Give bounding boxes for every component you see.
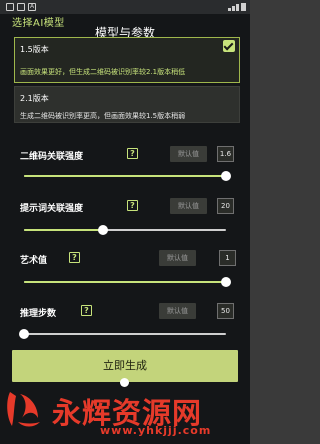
value-field[interactable]: 1 <box>219 250 236 266</box>
model-option-2-1[interactable]: 2.1版本 生成二维码被识别率更高，但画面效果较1.5版本稍弱 <box>14 86 240 123</box>
notify-icon: A <box>28 3 36 11</box>
model-name: 2.1版本 <box>20 94 49 103</box>
slider-fill <box>24 281 226 283</box>
value-field[interactable]: 20 <box>217 198 234 214</box>
signal-icon <box>228 3 246 11</box>
param-label-qr-strength: 二维码关联强度 <box>20 152 84 162</box>
status-bar: A <box>0 0 250 14</box>
prompt-strength-slider[interactable] <box>24 225 226 235</box>
qr-strength-slider[interactable] <box>24 171 231 181</box>
help-icon[interactable]: ? <box>81 305 92 316</box>
slider-thumb[interactable] <box>221 171 231 181</box>
help-icon[interactable]: ? <box>69 252 80 263</box>
watermark-url: www.yhkjjj.com <box>100 424 212 437</box>
art-value-slider[interactable] <box>24 277 231 287</box>
help-icon[interactable]: ? <box>127 148 138 159</box>
square-icon <box>6 3 14 11</box>
slider-fill <box>24 229 103 231</box>
slider-thumb[interactable] <box>97 225 108 235</box>
slider-thumb[interactable] <box>221 277 231 287</box>
slider-thumb[interactable] <box>19 329 29 339</box>
app-screen: A 选择AI模型 模型与参数 1.5版本 画面效果更好，但生成二维码被识别率较2… <box>0 0 250 444</box>
watermark: 永辉资源网 www.yhkjjj.com <box>0 386 250 444</box>
value-field[interactable]: 50 <box>217 303 234 319</box>
param-label-art-value: 艺术值 <box>20 256 48 266</box>
default-button[interactable]: 默认值 <box>159 250 196 266</box>
model-description: 画面效果更好，但生成二维码被识别率较2.1版本稍低 <box>20 68 186 76</box>
default-button[interactable]: 默认值 <box>170 198 207 214</box>
default-button[interactable]: 默认值 <box>159 303 196 319</box>
help-icon[interactable]: ? <box>127 200 138 211</box>
checkbox-checked-icon[interactable] <box>223 40 235 52</box>
slider-fill <box>24 175 226 177</box>
param-label-inference-steps: 推理步数 <box>20 309 57 319</box>
inference-steps-slider[interactable] <box>19 329 226 339</box>
param-label-prompt-strength: 提示词关联强度 <box>20 204 84 214</box>
watermark-logo-icon <box>7 392 40 427</box>
square-icon <box>17 3 25 11</box>
model-name: 1.5版本 <box>20 45 49 54</box>
model-option-1-5[interactable]: 1.5版本 画面效果更好，但生成二维码被识别率较2.1版本稍低 <box>14 37 240 83</box>
default-button[interactable]: 默认值 <box>170 146 207 162</box>
model-description: 生成二维码被识别率更高，但画面效果较1.5版本稍弱 <box>20 112 186 120</box>
value-field[interactable]: 1.6 <box>217 146 234 162</box>
